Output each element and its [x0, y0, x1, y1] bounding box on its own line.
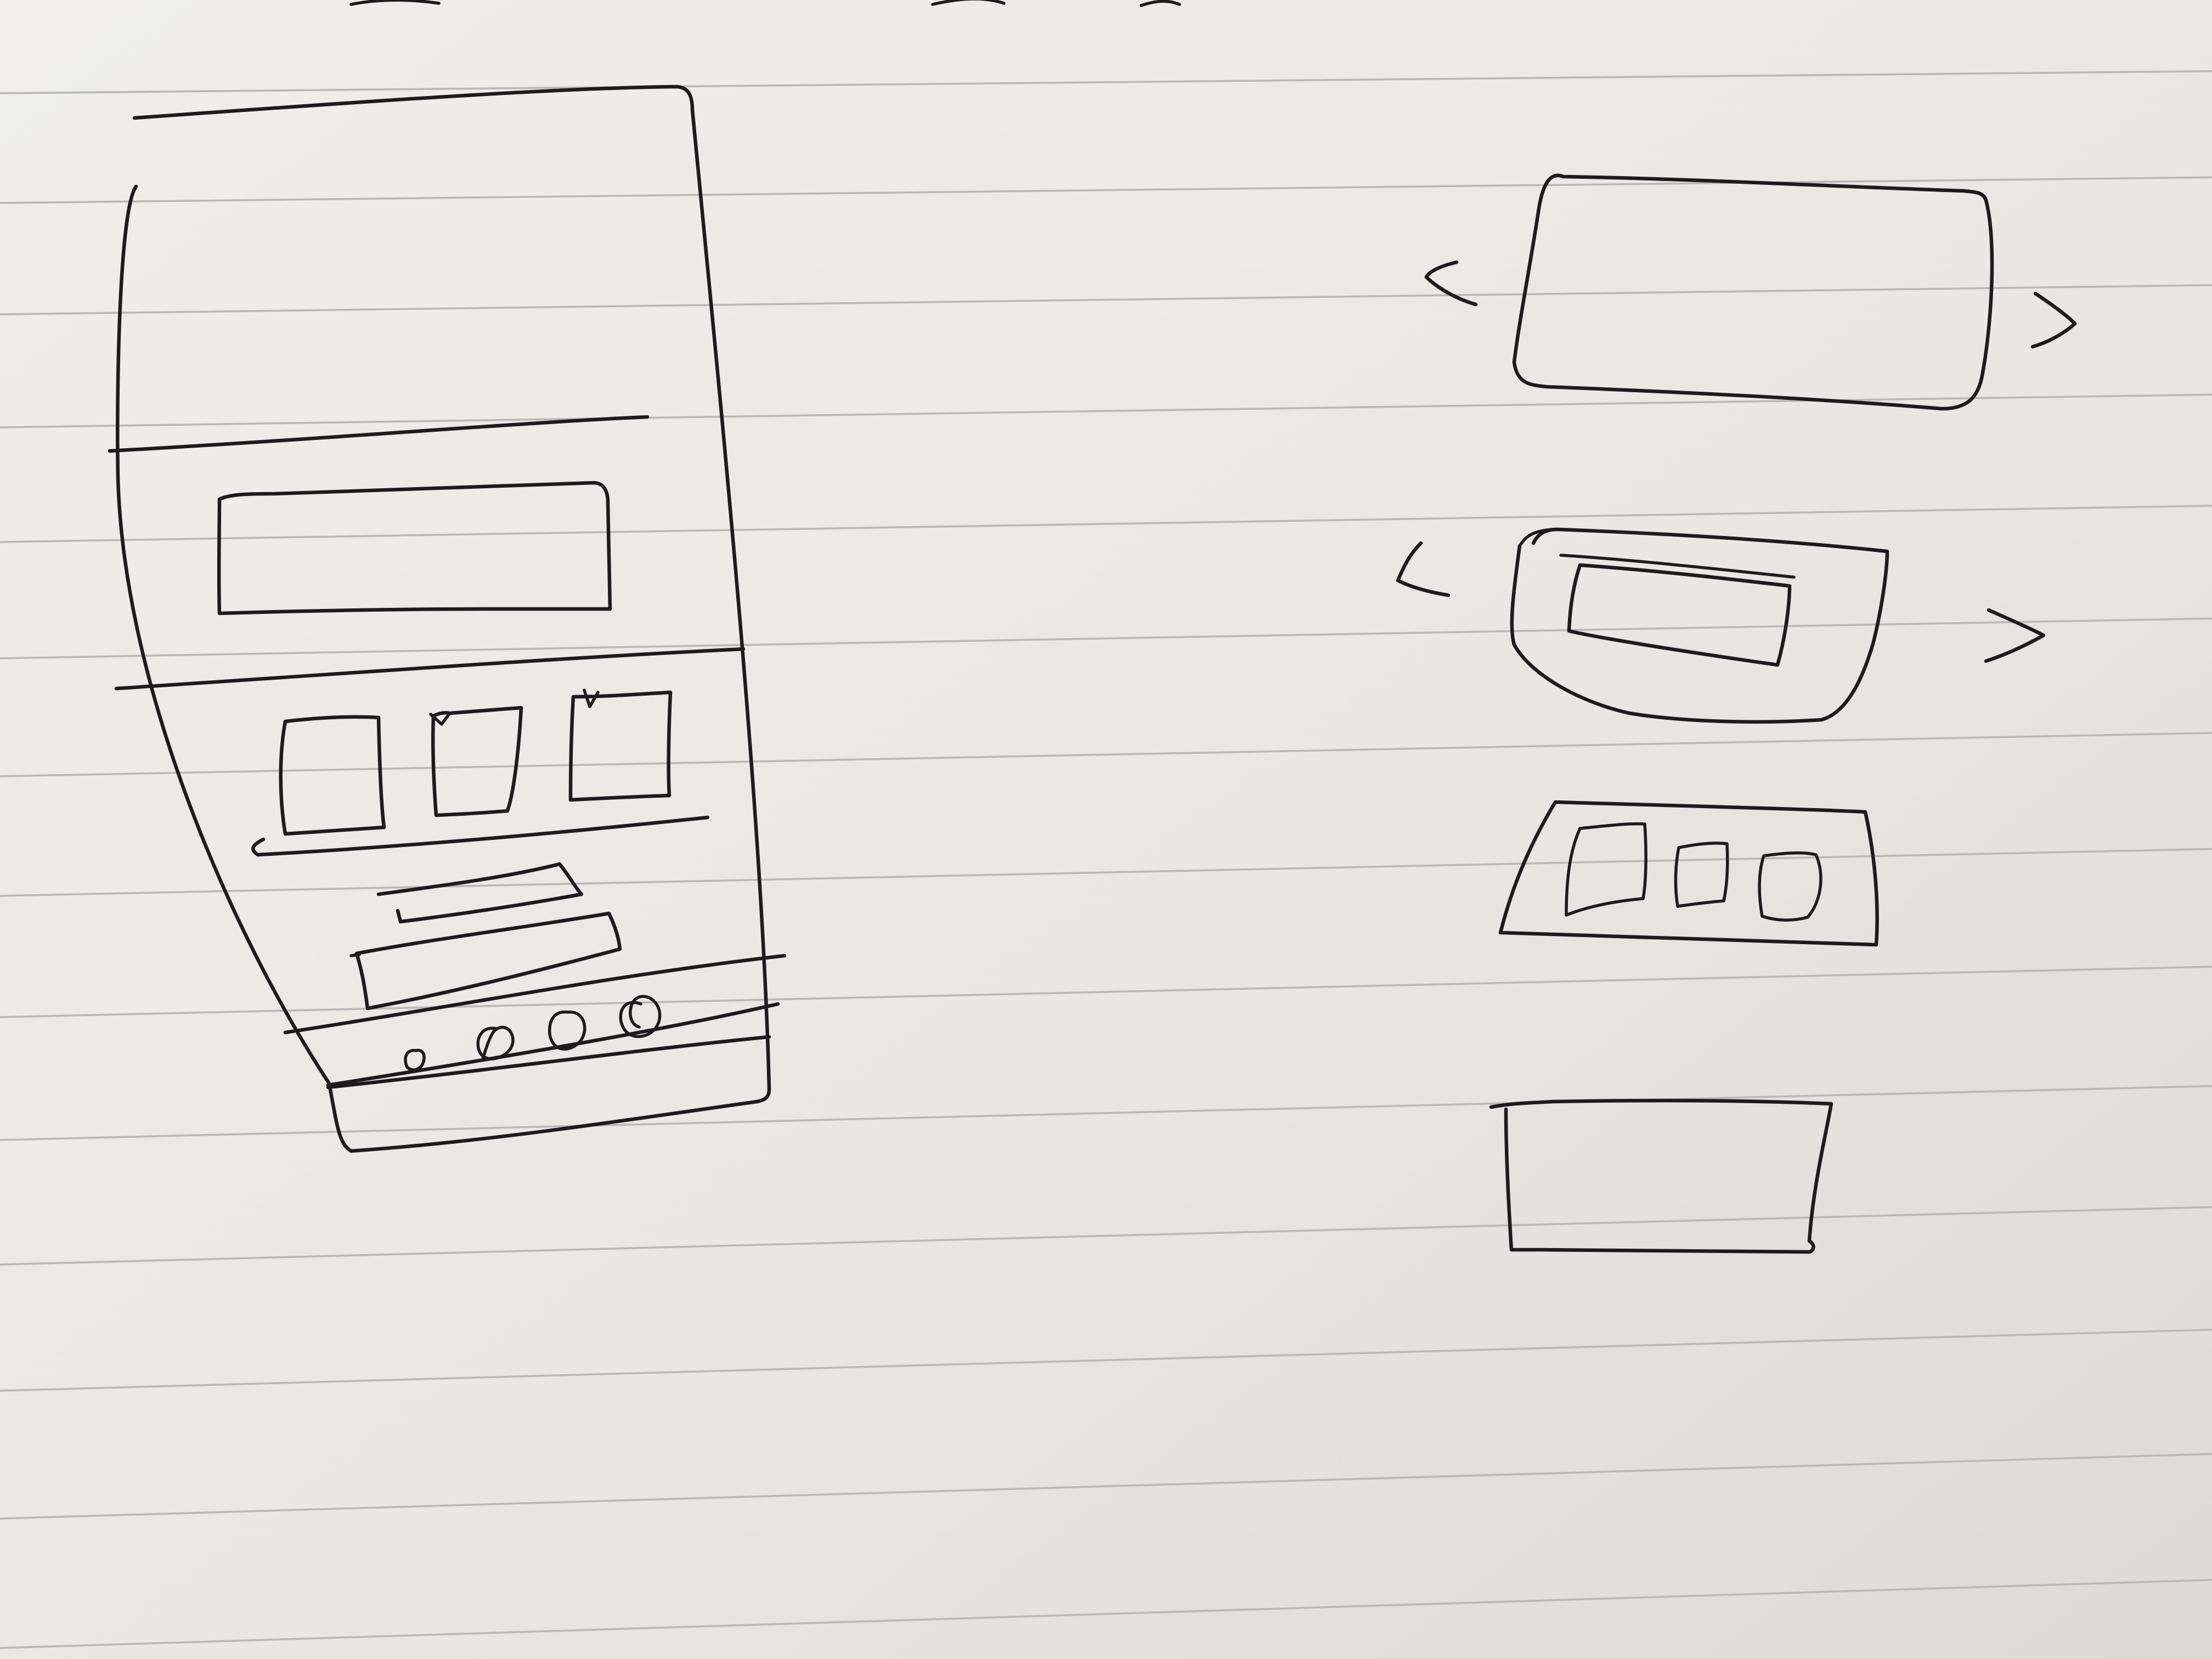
notebook-page [0, 0, 2212, 1659]
content-bar-2-tick [349, 953, 361, 957]
